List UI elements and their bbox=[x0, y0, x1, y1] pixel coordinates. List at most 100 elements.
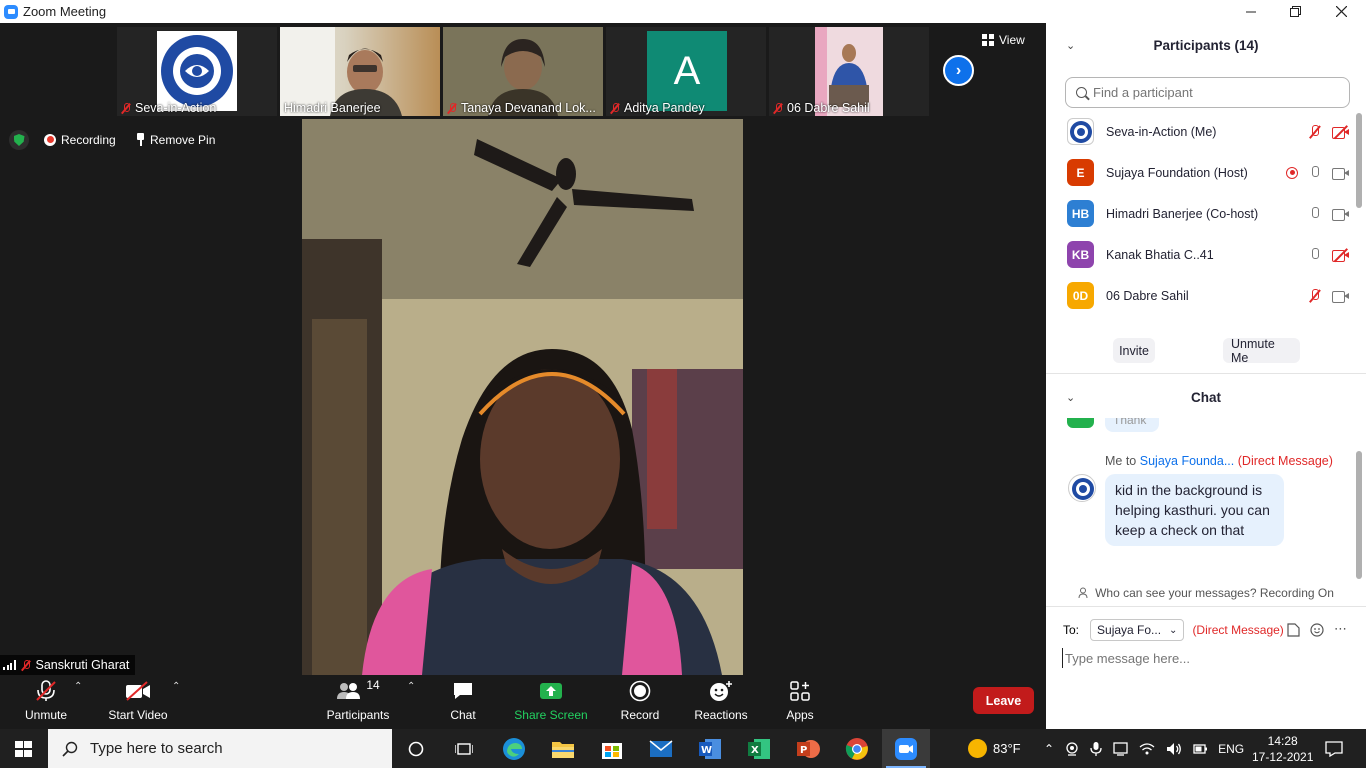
mic-muted-icon bbox=[21, 659, 31, 671]
record-dot-icon bbox=[44, 133, 56, 146]
weather-widget[interactable]: 83°F bbox=[968, 729, 1021, 768]
share-screen-icon bbox=[539, 680, 563, 702]
file-icon[interactable] bbox=[1287, 623, 1300, 637]
video-off-icon bbox=[125, 680, 151, 702]
recipient-dropdown[interactable]: Sujaya Fo... ⌄ bbox=[1090, 619, 1185, 641]
seva-logo bbox=[157, 31, 237, 111]
leave-button[interactable]: Leave bbox=[973, 687, 1034, 714]
system-tray: ⌃ ENG bbox=[1044, 729, 1244, 768]
mail-icon[interactable] bbox=[637, 729, 685, 768]
share-screen-button[interactable]: Share Screen bbox=[514, 675, 588, 729]
start-video-button[interactable]: Start Video bbox=[106, 675, 170, 729]
chevron-right-icon: › bbox=[955, 61, 962, 79]
mic-muted-icon bbox=[773, 102, 783, 114]
participants-options-caret[interactable]: ⌃ bbox=[407, 681, 415, 692]
recipient-row: To: Sujaya Fo... ⌄ (Direct Message) bbox=[1063, 619, 1284, 641]
battery-icon[interactable] bbox=[1193, 742, 1208, 756]
file-explorer-icon[interactable] bbox=[539, 729, 587, 768]
recording-indicator[interactable]: Recording bbox=[38, 127, 122, 152]
taskbar-search-input[interactable] bbox=[90, 740, 370, 757]
chat-message-input[interactable] bbox=[1062, 648, 1352, 668]
remove-pin-button[interactable]: Remove Pin bbox=[130, 127, 221, 152]
avatar bbox=[1068, 474, 1096, 502]
collapse-participants-button[interactable]: ⌄ bbox=[1066, 39, 1075, 52]
wifi-icon[interactable] bbox=[1139, 742, 1155, 755]
recipient-link[interactable]: Sujaya Founda... bbox=[1140, 454, 1235, 468]
video-tile[interactable]: Himadri Banerjee bbox=[280, 27, 440, 116]
collapse-chat-button[interactable]: ⌄ bbox=[1066, 391, 1075, 404]
maximize-button[interactable] bbox=[1272, 0, 1318, 23]
task-view-icon[interactable] bbox=[440, 729, 488, 768]
minimize-button[interactable] bbox=[1228, 0, 1274, 23]
participant-row[interactable]: 0D 06 Dabre Sahil bbox=[1067, 275, 1349, 316]
clock[interactable]: 14:28 17-12-2021 bbox=[1252, 729, 1313, 768]
volume-icon[interactable] bbox=[1166, 742, 1182, 756]
notification-icon[interactable] bbox=[1325, 729, 1343, 768]
audio-options-caret[interactable]: ⌃ bbox=[74, 681, 82, 692]
mic-icon bbox=[1308, 247, 1322, 262]
video-tile[interactable]: Seva-in-Action bbox=[117, 27, 277, 116]
word-icon[interactable]: W bbox=[686, 729, 734, 768]
avatar: E bbox=[1067, 159, 1094, 186]
pin-icon bbox=[136, 133, 145, 146]
powerpoint-icon[interactable]: P bbox=[784, 729, 832, 768]
mic-muted-icon bbox=[1308, 124, 1322, 139]
close-button[interactable] bbox=[1318, 0, 1364, 23]
invite-button[interactable]: Invite bbox=[1113, 338, 1155, 363]
minimize-icon bbox=[1246, 11, 1256, 12]
grid-view-icon bbox=[982, 34, 994, 46]
avatar: A bbox=[647, 31, 727, 111]
windows-start-icon[interactable] bbox=[15, 741, 32, 757]
view-button[interactable]: View bbox=[982, 33, 1025, 47]
cortana-icon[interactable] bbox=[392, 729, 440, 768]
language-indicator[interactable]: ENG bbox=[1218, 742, 1244, 756]
apps-icon bbox=[790, 680, 810, 702]
participant-search[interactable] bbox=[1065, 77, 1350, 108]
tile-name: 06 Dabre Sahil bbox=[773, 101, 870, 115]
svg-text:P: P bbox=[800, 745, 807, 756]
microphone-icon[interactable] bbox=[1090, 741, 1102, 756]
next-page-button[interactable]: › bbox=[943, 55, 974, 86]
participant-row[interactable]: HB Himadri Banerjee (Co-host) bbox=[1067, 193, 1349, 234]
reactions-button[interactable]: Reactions bbox=[692, 675, 750, 729]
mic-muted-icon bbox=[121, 102, 131, 114]
participant-row[interactable]: E Sujaya Foundation (Host) bbox=[1067, 152, 1349, 193]
search-icon bbox=[1076, 87, 1087, 98]
video-tile[interactable]: A Aditya Pandey bbox=[606, 27, 766, 116]
chat-bubble: Thank bbox=[1105, 418, 1159, 432]
chrome-icon[interactable] bbox=[833, 729, 881, 768]
tile-name: Seva-in-Action bbox=[121, 101, 216, 115]
search-input[interactable] bbox=[1093, 85, 1333, 100]
active-speaker-label: Sanskruti Gharat bbox=[0, 655, 136, 675]
participants-button[interactable]: 14 Participants bbox=[325, 675, 391, 729]
record-button[interactable]: Record bbox=[618, 675, 662, 729]
chat-scrollbar[interactable] bbox=[1356, 451, 1362, 579]
chat-button[interactable]: Chat bbox=[443, 675, 483, 729]
chevron-up-icon[interactable]: ⌃ bbox=[1044, 742, 1054, 756]
display-icon[interactable] bbox=[1113, 741, 1128, 756]
avatar: 0D bbox=[1067, 282, 1094, 309]
unmute-button[interactable]: Unmute bbox=[22, 675, 70, 729]
participant-row[interactable]: KB Kanak Bhatia C..41 bbox=[1067, 234, 1349, 275]
video-tile[interactable]: Tanaya Devanand Lok... bbox=[443, 27, 603, 116]
video-options-caret[interactable]: ⌃ bbox=[172, 681, 180, 692]
mic-icon bbox=[1308, 206, 1322, 221]
zoom-taskbar-icon[interactable] bbox=[882, 729, 930, 768]
apps-button[interactable]: Apps bbox=[782, 675, 818, 729]
message-visibility-link[interactable]: Who can see your messages? Recording On bbox=[1046, 586, 1366, 600]
webcam-icon[interactable] bbox=[1065, 741, 1079, 756]
participants-scrollbar[interactable] bbox=[1356, 113, 1362, 208]
edge-browser-icon[interactable] bbox=[490, 729, 538, 768]
participant-row[interactable]: Seva-in-Action (Me) bbox=[1067, 111, 1349, 152]
chat-header: ⌄ Chat bbox=[1066, 389, 1221, 405]
microsoft-store-icon[interactable] bbox=[588, 729, 636, 768]
taskbar-search[interactable] bbox=[48, 729, 392, 768]
excel-icon[interactable]: X bbox=[735, 729, 783, 768]
emoji-icon[interactable] bbox=[1310, 623, 1324, 637]
chat-messages: Thank Me to Sujaya Founda... (Direct Mes… bbox=[1046, 418, 1366, 583]
unmute-me-button[interactable]: Unmute Me bbox=[1223, 337, 1300, 365]
tile-name: Aditya Pandey bbox=[610, 101, 705, 115]
more-options-icon[interactable]: ⋯ bbox=[1334, 621, 1347, 637]
tile-name: Tanaya Devanand Lok... bbox=[447, 101, 596, 115]
video-tile[interactable]: 06 Dabre Sahil bbox=[769, 27, 929, 116]
